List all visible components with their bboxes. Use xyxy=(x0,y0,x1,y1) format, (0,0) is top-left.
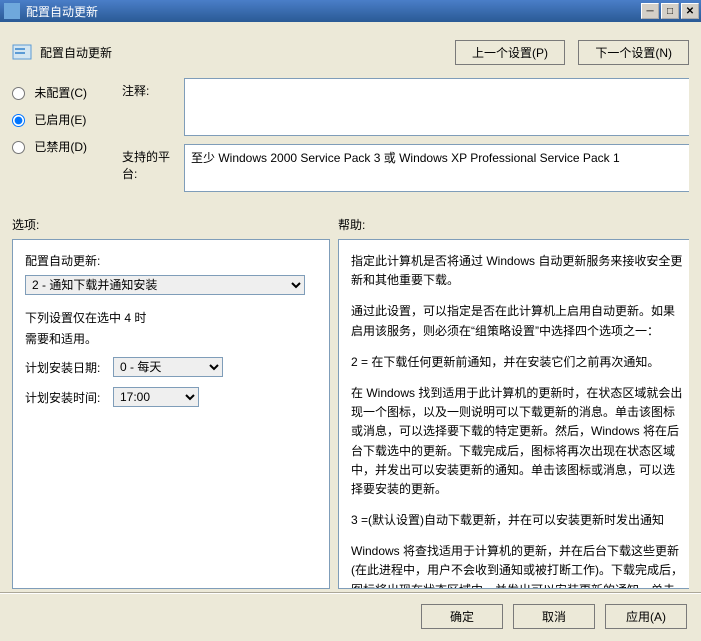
header-row: 配置自动更新 上一个设置(P) 下一个设置(N) xyxy=(12,32,689,72)
install-day-label: 计划安装日期: xyxy=(25,359,113,376)
page-title: 配置自动更新 xyxy=(40,44,445,61)
radio-disabled-input[interactable] xyxy=(12,141,25,154)
window-title: 配置自动更新 xyxy=(26,3,639,20)
install-day-select[interactable]: 0 - 每天 xyxy=(113,357,223,377)
help-panel[interactable]: 指定此计算机是否将通过 Windows 自动更新服务来接收安全更新和其他重要下载… xyxy=(338,239,689,589)
next-setting-button[interactable]: 下一个设置(N) xyxy=(578,40,689,65)
radio-not-configured[interactable]: 未配置(C) xyxy=(12,84,122,101)
maximize-button[interactable]: □ xyxy=(661,3,679,19)
policy-icon xyxy=(12,42,32,62)
help-text: Windows 将查找适用于计算机的更新，并在后台下载这些更新(在此进程中，用户… xyxy=(351,542,683,589)
options-panel: 配置自动更新: 2 - 通知下载并通知安装 下列设置仅在选中 4 时 需要和适用… xyxy=(12,239,330,589)
help-text: 通过此设置，可以指定是否在此计算机上启用自动更新。如果启用该服务，则必须在“组策… xyxy=(351,302,683,340)
platform-label: 支持的平台: xyxy=(122,144,184,192)
content-area: 配置自动更新 上一个设置(P) 下一个设置(N) 未配置(C) 已启用(E) 已… xyxy=(0,22,701,592)
config-update-select[interactable]: 2 - 通知下载并通知安装 xyxy=(25,275,305,295)
options-note-1: 下列设置仅在选中 4 时 xyxy=(25,309,317,326)
config-update-label: 配置自动更新: xyxy=(25,252,317,269)
comment-label: 注释: xyxy=(122,78,184,136)
footer: 确定 取消 应用(A) xyxy=(0,592,701,640)
help-text: 在 Windows 找到适用于此计算机的更新时，在状态区域就会出现一个图标，以及… xyxy=(351,384,683,499)
cancel-button[interactable]: 取消 xyxy=(513,604,595,629)
ok-button[interactable]: 确定 xyxy=(421,604,503,629)
minimize-button[interactable]: ─ xyxy=(641,3,659,19)
apply-button[interactable]: 应用(A) xyxy=(605,604,687,629)
radio-not-configured-input[interactable] xyxy=(12,87,25,100)
help-text: 2 = 在下载任何更新前通知，并在安装它们之前再次通知。 xyxy=(351,353,683,372)
help-text: 指定此计算机是否将通过 Windows 自动更新服务来接收安全更新和其他重要下载… xyxy=(351,252,683,290)
radio-group: 未配置(C) 已启用(E) 已禁用(D) xyxy=(12,78,122,200)
close-button[interactable]: ✕ xyxy=(681,3,699,19)
help-section-label: 帮助: xyxy=(338,216,365,233)
options-section-label: 选项: xyxy=(12,216,338,233)
help-text: 3 =(默认设置)自动下载更新，并在可以安装更新时发出通知 xyxy=(351,511,683,530)
title-bar: 配置自动更新 ─ □ ✕ xyxy=(0,0,701,22)
options-note-2: 需要和适用。 xyxy=(25,330,317,347)
comment-textbox[interactable] xyxy=(184,78,689,136)
install-time-select[interactable]: 17:00 xyxy=(113,387,199,407)
radio-enabled-input[interactable] xyxy=(12,114,25,127)
app-icon xyxy=(4,3,20,19)
radio-disabled[interactable]: 已禁用(D) xyxy=(12,138,122,155)
prev-setting-button[interactable]: 上一个设置(P) xyxy=(455,40,565,65)
install-time-label: 计划安装时间: xyxy=(25,389,113,406)
radio-enabled[interactable]: 已启用(E) xyxy=(12,111,122,128)
platform-textbox: 至少 Windows 2000 Service Pack 3 或 Windows… xyxy=(184,144,689,192)
